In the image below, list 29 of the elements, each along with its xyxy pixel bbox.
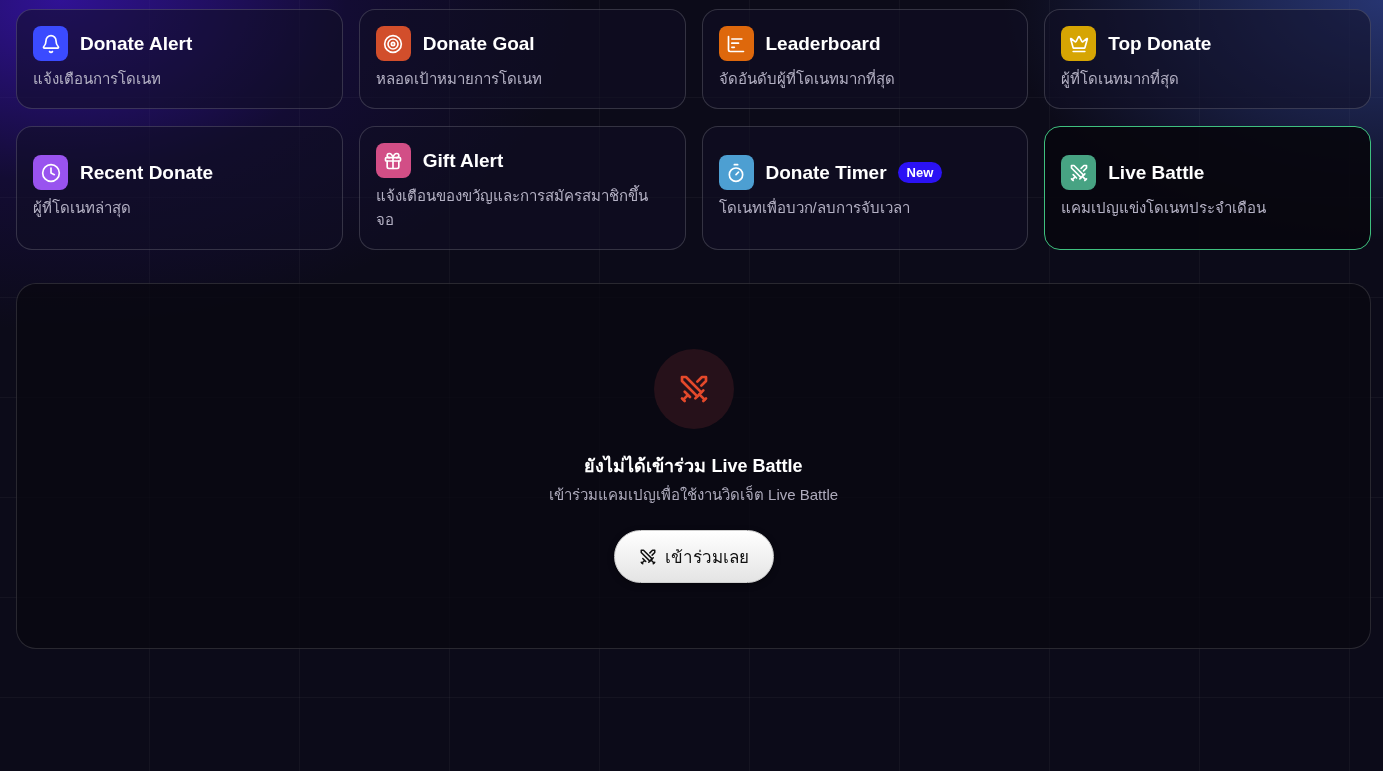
- widget-description: โดเนทเพื่อบวก/ลบการจับเวลา: [718, 197, 911, 218]
- widget-title: Recent Donate: [80, 161, 214, 184]
- widget-title: Donate Alert: [80, 32, 193, 55]
- widget-card[interactable]: Leaderboard จัดอันดับผู้ที่โดเนทมากที่สุด: [701, 9, 1029, 109]
- widget-card[interactable]: Donate Timer New โดเนทเพื่อบวก/ลบการจับเวลา: [701, 126, 1029, 250]
- widget-card[interactable]: Top Donate ผู้ที่โดเนทมากที่สุด: [1044, 9, 1371, 109]
- widget-description: หลอดเป้าหมายการโดเนท: [375, 69, 543, 89]
- panel-title: ยังไม่ได้เข้าร่วม Live Battle: [584, 454, 803, 478]
- widget-description: ผู้ที่โดเนทล่าสุด: [33, 197, 132, 220]
- swords-icon: [638, 547, 657, 566]
- join-button[interactable]: เข้าร่วมเลย: [613, 530, 774, 583]
- widget-title: Top Donate: [1108, 32, 1212, 55]
- widget-card[interactable]: Donate Alert แจ้งเตือนการโดเนท: [16, 9, 343, 109]
- widget-title: Donate Goal: [422, 32, 535, 55]
- widget-card[interactable]: Recent Donate ผู้ที่โดเนทล่าสุด: [16, 126, 343, 250]
- widget-title: Live Battle: [1108, 161, 1205, 184]
- panel-subtitle: เข้าร่วมแคมเปญเพื่อใช้งานวิดเจ็ต Live Battle: [548, 484, 839, 505]
- widget-card[interactable]: Donate Goal หลอดเป้าหมายการโดเนท: [358, 9, 686, 109]
- widget-description: แคมเปญแข่งโดเนทประจำเดือน: [1061, 198, 1268, 218]
- widget-description: แจ้งเตือนของขวัญและการสมัครสมาชิกขึ้นจอ: [375, 184, 649, 230]
- widget-title: Leaderboard: [765, 32, 881, 55]
- widget-description: จัดอันดับผู้ที่โดเนทมากที่สุด: [718, 68, 896, 91]
- widget-card[interactable]: Gift Alert แจ้งเตือนของขวัญและการสมัครสมาชิกขึ้นจอ: [358, 126, 686, 250]
- widget-card[interactable]: Live Battle แคมเปญแข่งโดเนทประจำเดือน: [1044, 126, 1371, 250]
- widget-description: ผู้ที่โดเนทมากที่สุด: [1061, 68, 1181, 91]
- widget-description: แจ้งเตือนการโดเนท: [33, 69, 162, 89]
- new-badge: New: [897, 162, 943, 183]
- widget-title: Donate Timer: [765, 161, 887, 184]
- widget-title: Gift Alert: [422, 149, 504, 172]
